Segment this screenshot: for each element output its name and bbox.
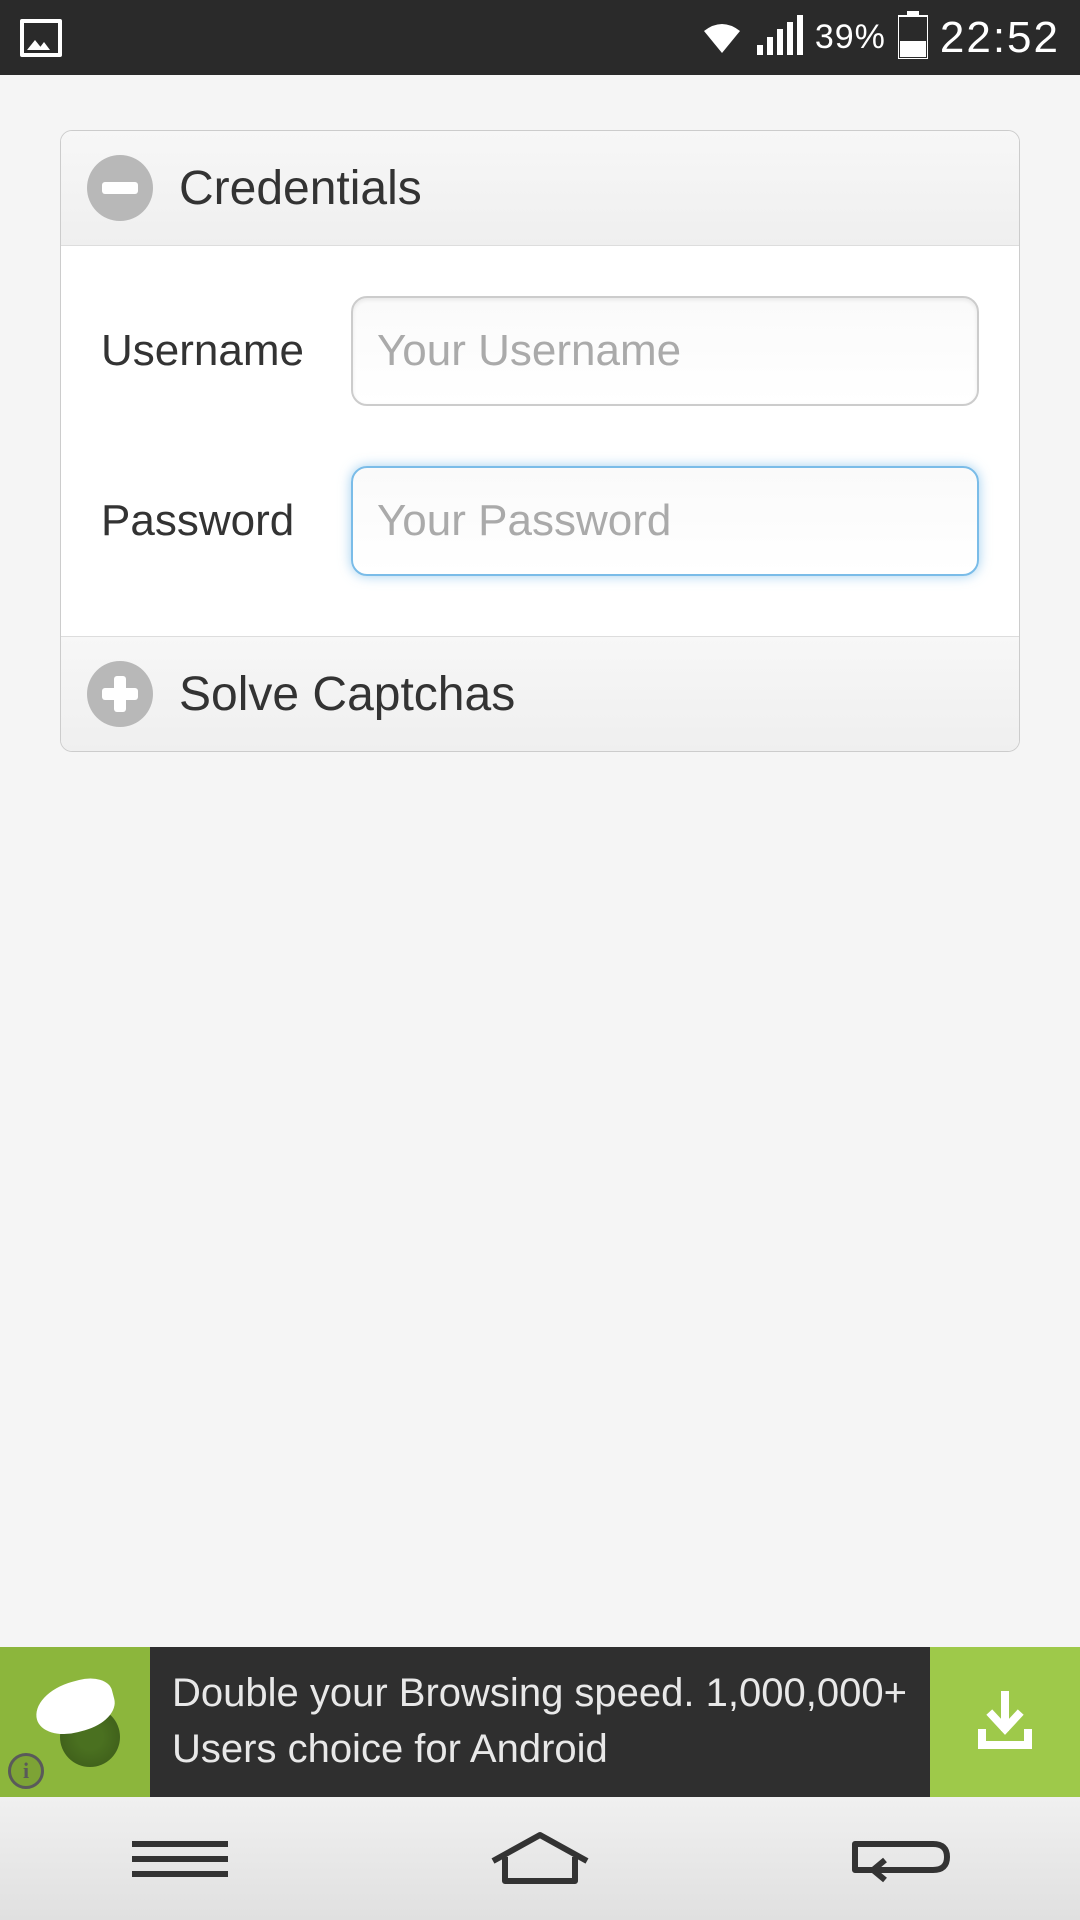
- wifi-icon: [699, 17, 745, 58]
- battery-percentage: 39%: [815, 18, 886, 57]
- password-input[interactable]: [351, 466, 979, 576]
- back-icon: [845, 1834, 955, 1884]
- ad-app-icon: i: [0, 1647, 150, 1797]
- menu-icon: [132, 1838, 228, 1880]
- ad-text: Double your Browsing speed. 1,000,000+ U…: [150, 1647, 930, 1797]
- gallery-notification-icon: [20, 19, 62, 57]
- username-input[interactable]: [351, 296, 979, 406]
- credentials-title: Credentials: [179, 161, 422, 216]
- credentials-header[interactable]: Credentials: [61, 131, 1019, 246]
- password-row: Password: [101, 466, 979, 576]
- menu-button[interactable]: [120, 1824, 240, 1894]
- username-row: Username: [101, 296, 979, 406]
- battery-icon: [898, 11, 928, 64]
- home-icon: [485, 1831, 595, 1887]
- password-label: Password: [101, 496, 351, 546]
- status-bar: 39% 22:52: [0, 0, 1080, 75]
- download-icon: [970, 1687, 1040, 1757]
- credentials-body: Username Password: [61, 246, 1019, 636]
- ad-download-button[interactable]: [930, 1647, 1080, 1797]
- clock: 22:52: [940, 13, 1060, 63]
- cell-signal-icon: [757, 15, 803, 60]
- home-button[interactable]: [480, 1824, 600, 1894]
- captchas-title: Solve Captchas: [179, 667, 515, 722]
- ad-banner[interactable]: i Double your Browsing speed. 1,000,000+…: [0, 1647, 1080, 1797]
- collapse-icon: [87, 155, 153, 221]
- ad-info-icon[interactable]: i: [8, 1753, 44, 1789]
- main-content: Credentials Username Password Solve Capt…: [0, 75, 1080, 752]
- settings-accordion: Credentials Username Password Solve Capt…: [60, 130, 1020, 752]
- system-nav-bar: [0, 1797, 1080, 1920]
- back-button[interactable]: [840, 1824, 960, 1894]
- captchas-header[interactable]: Solve Captchas: [61, 636, 1019, 751]
- expand-icon: [87, 661, 153, 727]
- username-label: Username: [101, 326, 351, 376]
